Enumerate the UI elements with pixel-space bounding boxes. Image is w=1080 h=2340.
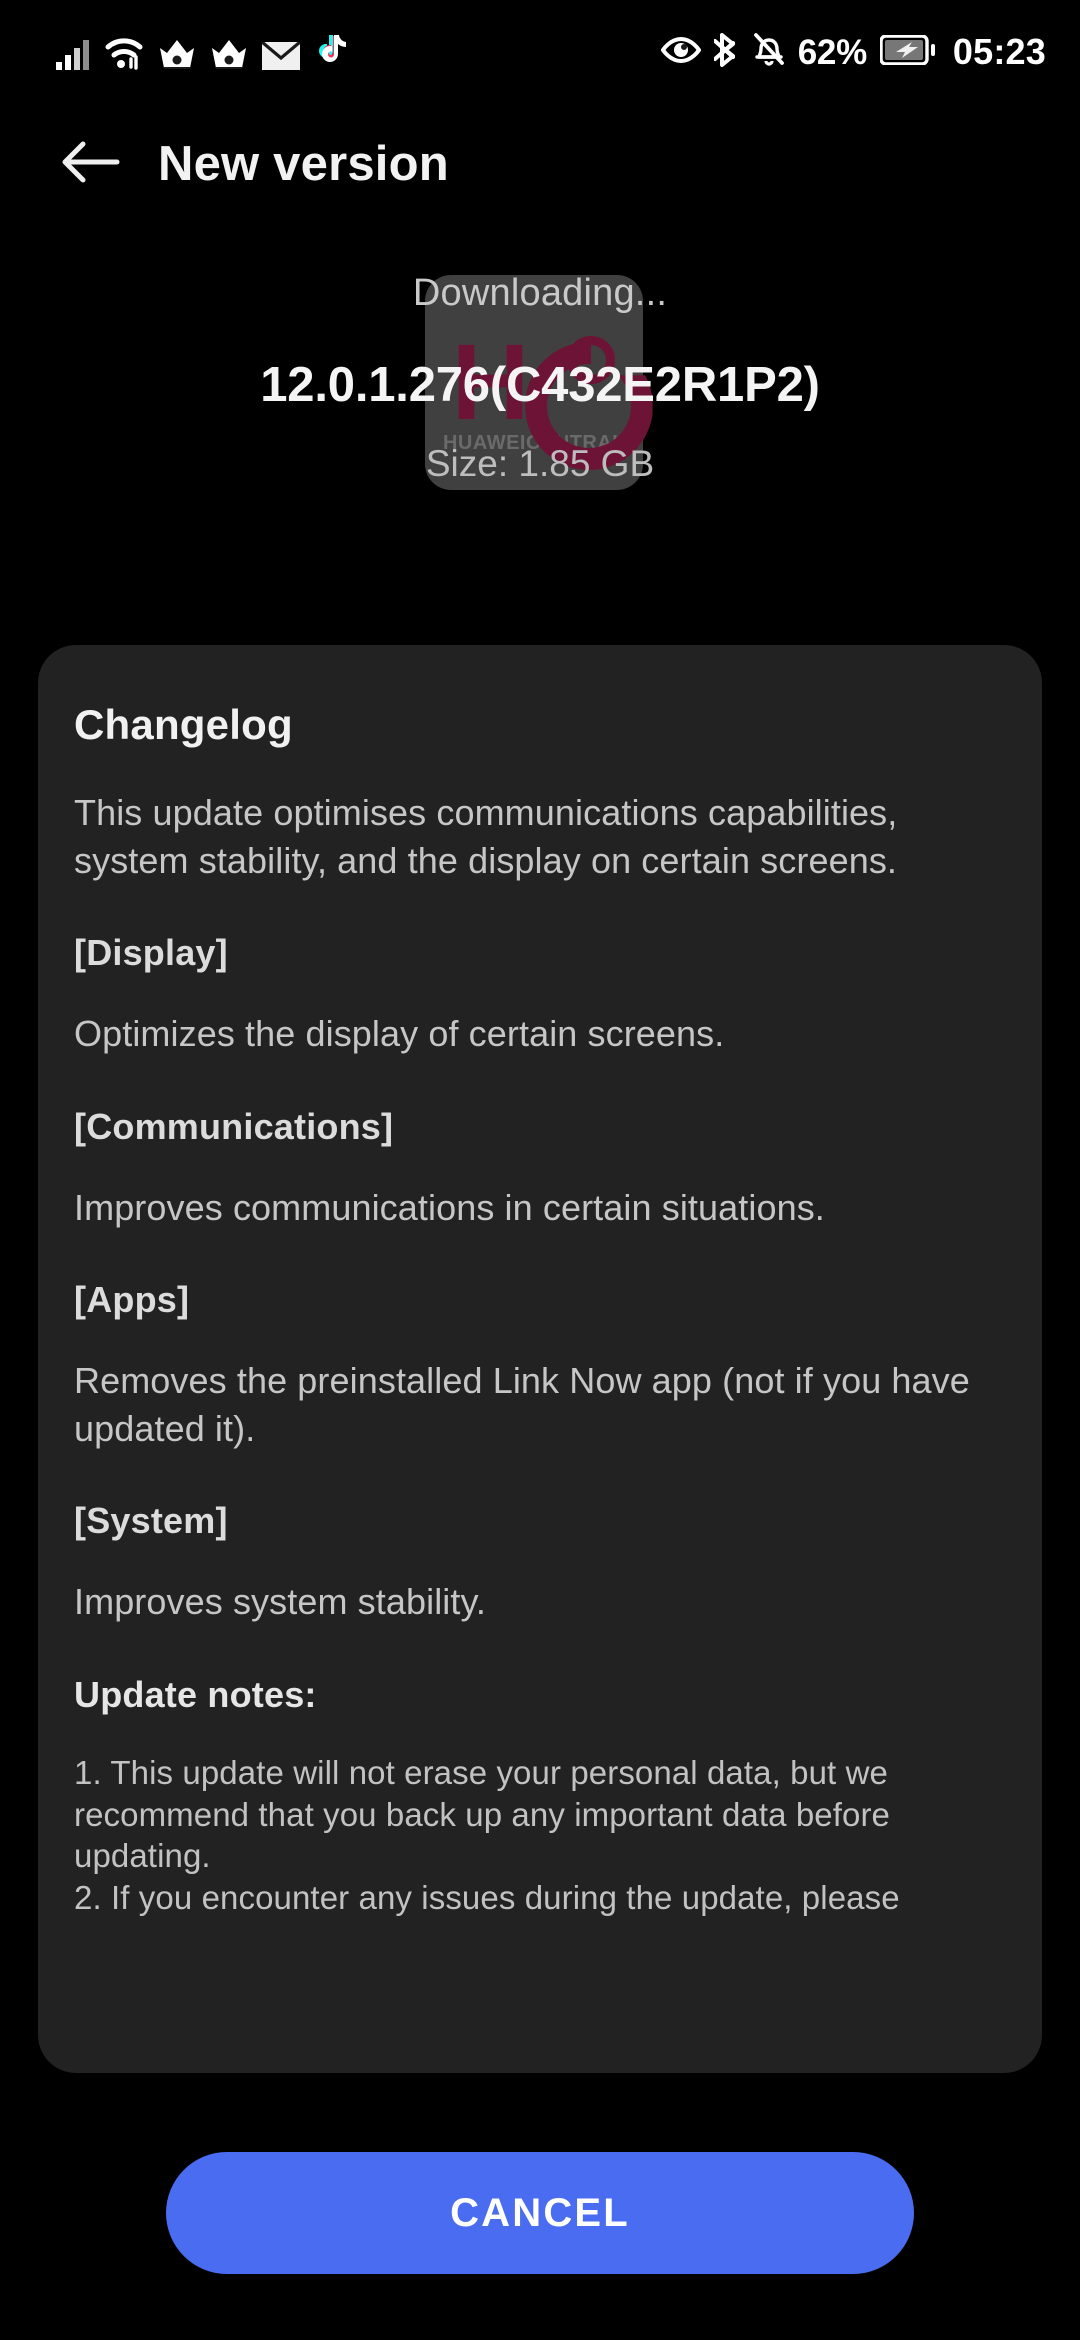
app-header: New version bbox=[0, 104, 1080, 224]
crown-app-icon bbox=[210, 36, 248, 75]
changelog-section: [Communications] Improves communications… bbox=[38, 1106, 1042, 1232]
bluetooth-icon bbox=[712, 32, 740, 72]
update-note-item: 1. This update will not erase your perso… bbox=[74, 1753, 891, 1875]
status-bar-right-icons: 62% 05:23 bbox=[660, 31, 1046, 72]
changelog-section: [Apps] Removes the preinstalled Link Now… bbox=[38, 1279, 1042, 1452]
changelog-section: [System] Improves system stability. bbox=[38, 1500, 1042, 1626]
eye-comfort-icon bbox=[660, 36, 702, 69]
changelog-heading: Changelog bbox=[74, 701, 293, 748]
section-heading: [Communications] bbox=[74, 1105, 394, 1147]
download-status-label: Downloading... bbox=[412, 272, 668, 314]
battery-percent-label: 62% bbox=[797, 32, 867, 72]
battery-charging-icon bbox=[879, 33, 936, 70]
section-body: Improves system stability. bbox=[74, 1581, 487, 1623]
changelog-section: [Display] Optimizes the display of certa… bbox=[38, 932, 1042, 1058]
phone-screen: 62% 05:23 New version H HUAWEICENTRAL Do… bbox=[0, 0, 1080, 2340]
wifi-icon bbox=[104, 36, 144, 75]
back-button[interactable] bbox=[44, 118, 136, 210]
section-body: Optimizes the display of certain screens… bbox=[74, 1013, 725, 1055]
signal-bars-icon bbox=[56, 40, 90, 75]
section-heading: [Apps] bbox=[74, 1279, 190, 1321]
changelog-card[interactable]: Changelog This update optimises communic… bbox=[38, 645, 1042, 2073]
tiktok-icon bbox=[314, 34, 346, 75]
mute-bell-icon bbox=[753, 32, 785, 72]
status-bar: 62% 05:23 bbox=[0, 0, 1080, 104]
changelog-card-content: Changelog This update optimises communic… bbox=[38, 645, 1042, 1919]
download-info: Downloading... 12.0.1.276(C432E2R1P2) Si… bbox=[0, 272, 1080, 485]
page-title: New version bbox=[158, 137, 449, 191]
section-heading: [Display] bbox=[74, 932, 228, 974]
crown-app-icon bbox=[158, 36, 196, 75]
version-label: 12.0.1.276(C432E2R1P2) bbox=[260, 358, 820, 412]
changelog-intro: This update optimises communications cap… bbox=[74, 792, 898, 881]
update-notes-block: Update notes: 1. This update will not er… bbox=[38, 1674, 1042, 1920]
update-note-item: 2. If you encounter any issues during th… bbox=[74, 1879, 900, 1917]
section-heading: [System] bbox=[74, 1500, 228, 1542]
section-body: Removes the preinstalled Link Now app (n… bbox=[74, 1360, 970, 1449]
arrow-left-icon bbox=[59, 136, 121, 193]
update-notes-heading: Update notes: bbox=[74, 1673, 317, 1715]
clock-label: 05:23 bbox=[952, 31, 1046, 72]
mail-icon bbox=[260, 40, 302, 75]
download-size-label: Size: 1.85 GB bbox=[425, 443, 655, 484]
section-body: Improves communications in certain situa… bbox=[74, 1186, 825, 1228]
status-bar-left-icons bbox=[56, 29, 346, 75]
cancel-button[interactable]: CANCEL bbox=[166, 2152, 914, 2274]
